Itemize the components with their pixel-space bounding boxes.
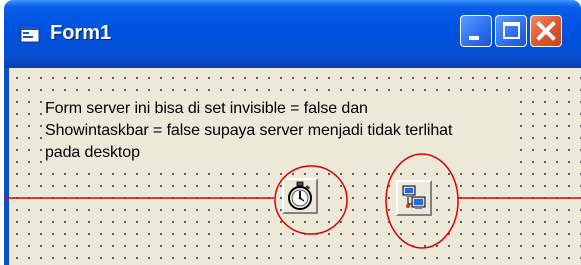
label-line: Showintaskbar = false supaya server menj…	[45, 122, 453, 139]
label-line: pada desktop	[45, 144, 140, 161]
form-icon	[20, 25, 40, 43]
form1-window: Form1 Form server ini bisa di set invisi…	[4, 0, 581, 265]
title-bar[interactable]: Form1	[4, 0, 581, 68]
close-icon	[536, 21, 556, 41]
network-computers-icon	[402, 185, 426, 209]
label-line: Form server ini bisa di set invisible = …	[45, 100, 368, 117]
form-label[interactable]: Form server ini bisa di set invisible = …	[45, 98, 515, 164]
maximize-icon	[503, 22, 520, 39]
window-title: Form1	[50, 22, 112, 44]
winsock-control[interactable]	[396, 180, 432, 216]
maximize-button[interactable]	[495, 15, 527, 47]
minimize-button[interactable]	[460, 15, 492, 47]
minimize-icon	[469, 36, 479, 40]
timer-control[interactable]	[282, 178, 318, 214]
stopwatch-icon	[288, 181, 312, 210]
close-button[interactable]	[530, 15, 562, 47]
